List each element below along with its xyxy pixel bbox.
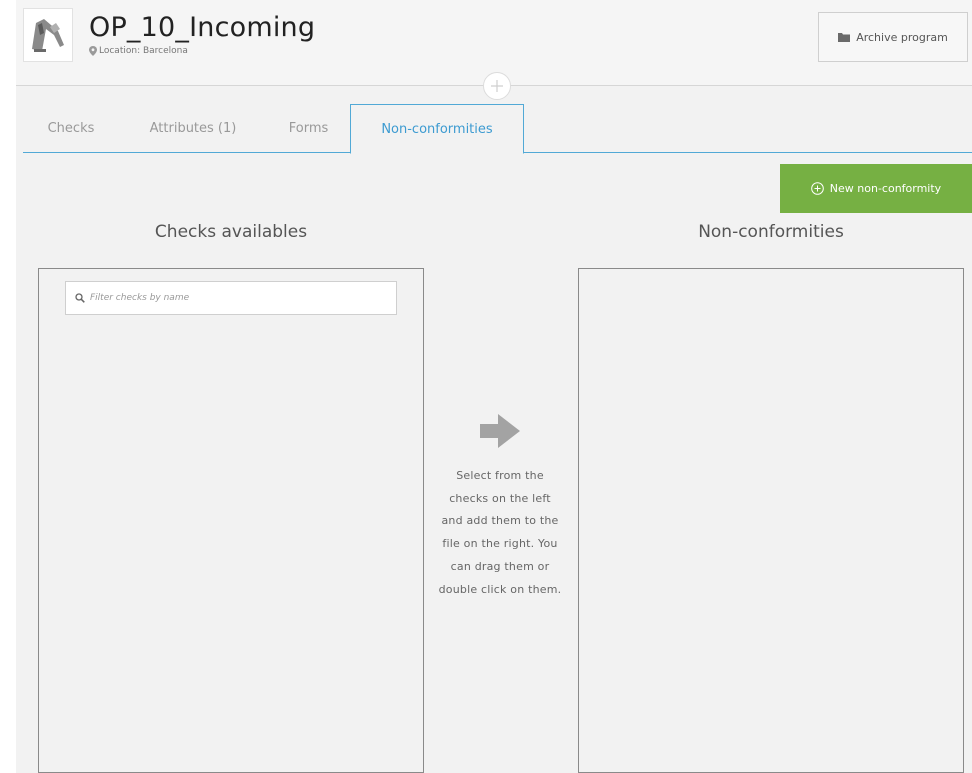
program-tabs: Checks Attributes (1) Forms Non-conformi… [23,104,972,154]
location-label: Location: Barcelona [99,46,188,56]
program-title: OP_10_Incoming [89,12,316,43]
archive-program-button[interactable]: Archive program [818,12,968,62]
filter-checks-field [65,281,397,315]
program-thumbnail [23,8,73,62]
filter-checks-input[interactable] [90,293,380,303]
program-location: Location: Barcelona [89,46,188,56]
non-conformities-panel[interactable] [578,268,964,773]
tab-checks-label: Checks [47,121,95,136]
search-icon [75,293,85,303]
map-marker-icon [89,46,97,56]
tab-attributes-label: Attributes (1) [149,121,237,136]
machine-image-icon [32,19,64,52]
plus-icon [491,80,503,92]
arrow-right-icon [480,414,520,448]
tab-forms-label: Forms [288,121,329,136]
new-non-conformity-button[interactable]: New non-conformity [780,164,972,213]
non-conformities-heading: Non-conformities [698,222,844,242]
program-page: OP_10_Incoming Location: Barcelona Archi… [16,0,972,773]
folder-icon [838,33,851,42]
tab-checks[interactable]: Checks [23,104,119,153]
checks-available-heading: Checks availables [154,222,308,242]
drag-instructions-text: Select from the checks on the left and a… [438,469,562,596]
add-button[interactable] [483,72,511,100]
tab-non-conformities-label: Non-conformities [381,121,493,137]
plus-circle-icon [810,182,824,195]
tab-non-conformities[interactable]: Non-conformities [350,104,524,154]
tab-forms[interactable]: Forms [267,104,350,153]
tab-attributes[interactable]: Attributes (1) [119,104,267,153]
archive-program-label: Archive program [856,30,948,44]
new-non-conformity-label: New non-conformity [829,182,942,195]
checks-available-panel[interactable] [38,268,424,773]
